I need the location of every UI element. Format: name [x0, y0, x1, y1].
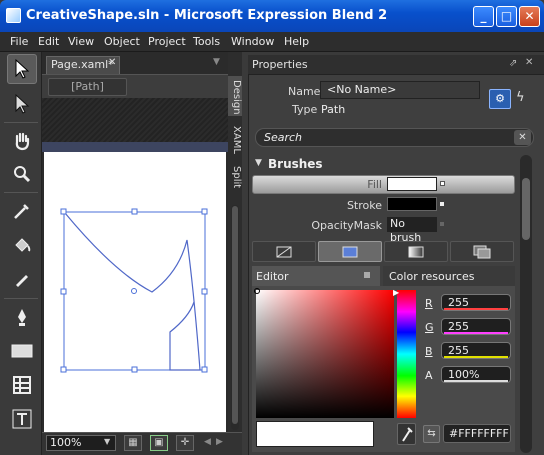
canvas-band	[42, 142, 228, 152]
fill-advanced-icon[interactable]	[440, 181, 445, 186]
opacity-mask-value[interactable]: No brush	[387, 217, 437, 244]
window-title: CreativeShape.sln - Microsoft Expression…	[26, 8, 388, 23]
tab-xaml[interactable]: XAML	[228, 120, 242, 160]
green-channel-bar	[444, 332, 508, 334]
brush-resources-icon[interactable]	[450, 241, 514, 262]
close-panel-icon[interactable]: ✕	[525, 57, 533, 68]
type-label: Type	[292, 103, 318, 116]
snap-grid-icon[interactable]: ▣	[150, 435, 168, 451]
minimize-button[interactable]: _	[473, 6, 494, 27]
menu-project[interactable]: Project	[148, 35, 186, 48]
canvas-background	[42, 98, 228, 142]
app-icon	[6, 8, 21, 23]
stroke-swatch[interactable]	[387, 197, 437, 211]
tab-color-resources[interactable]: Color resources	[383, 266, 515, 286]
pin-icon[interactable]: ⇗	[509, 58, 517, 69]
blue-channel-label: B	[425, 345, 433, 358]
scroll-right-icon[interactable]: ▶	[216, 437, 223, 447]
text-tool-icon[interactable]	[7, 404, 37, 434]
tab-editor[interactable]: Editor	[252, 266, 380, 286]
color-preview-swatch	[256, 421, 374, 447]
gradient-brush-icon[interactable]	[384, 241, 448, 262]
menu-bar: File Edit View Object Project Tools Wind…	[0, 32, 544, 52]
opacity-mask-advanced-icon[interactable]	[440, 222, 444, 226]
alpha-channel-label: A	[425, 369, 433, 382]
paint-bucket-tool-icon[interactable]	[7, 230, 37, 260]
menu-file[interactable]: File	[10, 35, 28, 48]
brush-transform-tool-icon[interactable]	[7, 264, 37, 294]
hex-format-icon[interactable]: ⇆	[423, 425, 440, 443]
grid-toggle-icon[interactable]: ▦	[124, 435, 142, 451]
stroke-label[interactable]: Stroke	[330, 199, 382, 212]
pan-tool-icon[interactable]	[7, 126, 37, 156]
tab-dropdown-icon[interactable]: ▼	[213, 57, 220, 67]
red-channel-label: R	[425, 297, 433, 310]
saturation-value-picker[interactable]	[256, 290, 394, 418]
search-input[interactable]: Search	[255, 128, 534, 147]
fill-label: Fill	[367, 178, 382, 191]
no-brush-icon[interactable]	[252, 241, 316, 262]
breadcrumb[interactable]: [Path]	[48, 78, 127, 96]
hue-slider-handle[interactable]: ▶	[393, 288, 399, 297]
fill-swatch[interactable]	[387, 177, 437, 191]
tab-close-icon[interactable]: ✕	[108, 57, 116, 68]
green-channel-label: G	[425, 321, 434, 334]
scroll-left-icon[interactable]: ◀	[204, 437, 211, 447]
menu-help[interactable]: Help	[284, 35, 309, 48]
name-label: Name	[288, 85, 321, 98]
grid-tool-icon[interactable]	[7, 370, 37, 400]
properties-scroll-thumb[interactable]	[522, 178, 530, 240]
properties-view-icon[interactable]: ⚙	[489, 89, 511, 109]
menu-tools[interactable]: Tools	[193, 35, 220, 48]
canvas-scroll-thumb[interactable]	[232, 206, 238, 424]
clear-search-icon[interactable]: ✕	[514, 130, 531, 145]
tab-split[interactable]: Split	[228, 162, 242, 192]
events-icon[interactable]: ϟ	[516, 90, 525, 105]
type-value: Path	[321, 103, 346, 116]
opacity-mask-label[interactable]: OpacityMask	[300, 219, 382, 232]
blue-channel-bar	[444, 356, 508, 358]
menu-object[interactable]: Object	[104, 35, 140, 48]
alpha-channel-bar	[444, 380, 508, 382]
snap-lines-icon[interactable]: ✛	[176, 435, 194, 451]
close-button[interactable]: ✕	[519, 6, 540, 27]
solid-color-brush-icon[interactable]	[318, 241, 382, 262]
editor-tab-marker	[364, 272, 370, 278]
maximize-button[interactable]: □	[496, 6, 517, 27]
tab-design[interactable]: Design	[228, 76, 242, 116]
red-channel-bar	[444, 308, 508, 310]
stroke-advanced-icon[interactable]	[440, 202, 444, 206]
zoom-tool-icon[interactable]	[7, 159, 37, 189]
pen-tool-icon[interactable]	[7, 302, 37, 332]
menu-window[interactable]: Window	[231, 35, 274, 48]
collapse-triangle-icon[interactable]: ▼	[255, 158, 262, 168]
brushes-section-title[interactable]: Brushes	[268, 157, 323, 171]
rectangle-tool-icon[interactable]	[7, 336, 37, 366]
name-field[interactable]: <No Name>	[320, 81, 480, 99]
color-picker-cursor[interactable]	[254, 288, 260, 294]
artboard[interactable]	[44, 152, 226, 432]
menu-view[interactable]: View	[68, 35, 94, 48]
hue-slider[interactable]	[397, 290, 416, 418]
fill-row[interactable]	[252, 175, 515, 194]
selection-tool-icon[interactable]	[7, 54, 37, 84]
eyedropper-icon[interactable]	[397, 423, 416, 445]
toolbox	[0, 52, 42, 455]
panel-title: Properties	[252, 58, 308, 71]
direct-selection-tool-icon[interactable]	[7, 89, 37, 119]
chevron-down-icon[interactable]: ▼	[104, 437, 110, 446]
menu-edit[interactable]: Edit	[38, 35, 59, 48]
eyedropper-tool-icon[interactable]	[7, 196, 37, 226]
hex-color-input[interactable]: #FFFFFFFF	[443, 424, 511, 443]
